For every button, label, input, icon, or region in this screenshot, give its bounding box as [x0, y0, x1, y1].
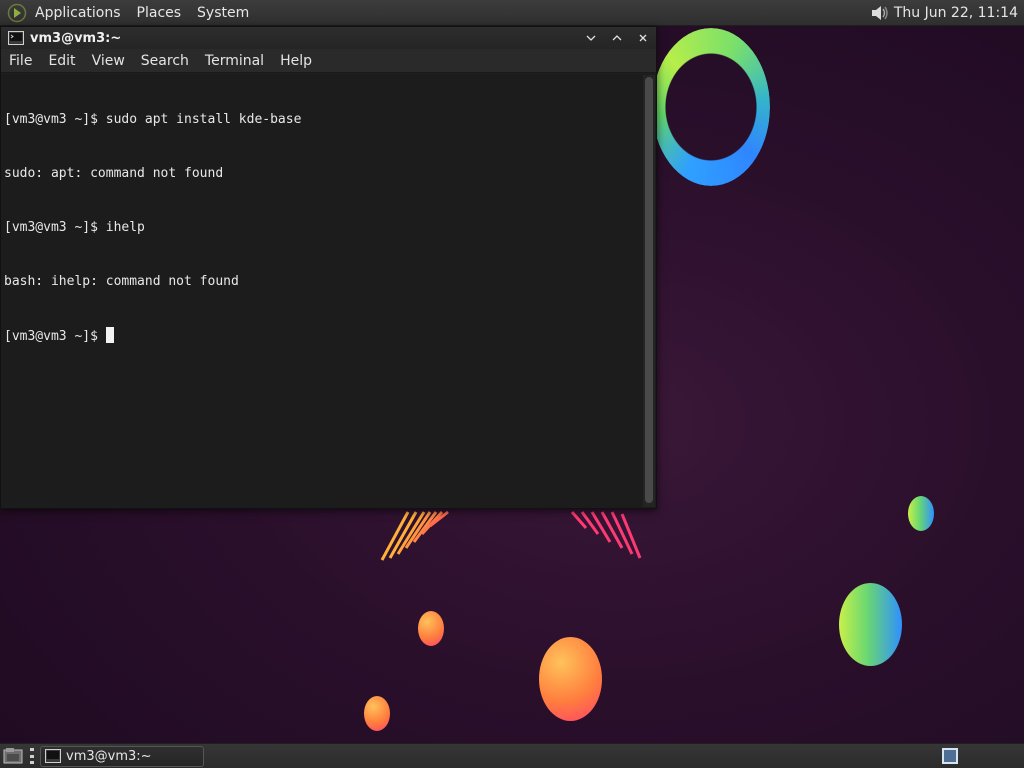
menu-applications[interactable]: Applications — [27, 0, 129, 26]
terminal-menubar: File Edit View Search Terminal Help — [1, 49, 656, 73]
workspace-1[interactable] — [942, 748, 958, 764]
chevron-up-icon — [612, 35, 622, 41]
wallpaper-ball-large-warm — [539, 637, 602, 721]
close-icon — [639, 34, 647, 42]
maximize-button[interactable] — [604, 27, 630, 49]
menu-help[interactable]: Help — [272, 49, 320, 73]
main-menu-bar: Applications Places System — [0, 0, 257, 26]
menu-search[interactable]: Search — [133, 49, 197, 73]
terminal-body[interactable]: [vm3@vm3 ~]$ sudo apt install kde-base s… — [1, 74, 656, 508]
minimize-button[interactable] — [578, 27, 604, 49]
terminal-line: [vm3@vm3 ~]$ sudo apt install kde-base — [4, 112, 302, 127]
taskbar-button-label: vm3@vm3:~ — [66, 748, 152, 764]
taskbar-button-terminal[interactable]: vm3@vm3:~ — [40, 745, 204, 767]
wallpaper-ball-large-cool — [839, 583, 902, 666]
terminal-icon — [45, 749, 61, 763]
menu-places[interactable]: Places — [129, 0, 190, 26]
terminal-window: vm3@vm3:~ File Edit View Search Terminal… — [0, 26, 657, 509]
menu-file[interactable]: File — [1, 49, 40, 73]
terminal-title: vm3@vm3:~ — [30, 30, 122, 46]
wallpaper-ball-small-cool — [908, 496, 934, 531]
bottom-panel: vm3@vm3:~ — [0, 743, 1024, 768]
window-controls — [578, 27, 656, 49]
terminal-output[interactable]: [vm3@vm3 ~]$ sudo apt install kde-base s… — [4, 75, 640, 508]
menu-view[interactable]: View — [84, 49, 133, 73]
close-button[interactable] — [630, 27, 656, 49]
text-cursor — [105, 327, 114, 343]
foot-logo-icon[interactable] — [7, 3, 27, 23]
tray-area: Thu Jun 22, 11:14 — [868, 0, 1024, 26]
scrollbar-thumb[interactable] — [645, 77, 653, 503]
chevron-down-icon — [586, 35, 596, 41]
show-desktop-icon[interactable] — [2, 746, 24, 766]
panel-drag-handle[interactable] — [30, 748, 36, 764]
wallpaper-stripes — [380, 510, 642, 561]
workspace-switcher — [930, 748, 1018, 764]
wallpaper-ring — [652, 28, 770, 186]
clock[interactable]: Thu Jun 22, 11:14 — [890, 5, 1018, 21]
volume-icon[interactable] — [868, 2, 890, 24]
wallpaper-ball-tiny-warm — [364, 696, 390, 731]
terminal-line: bash: ihelp: command not found — [4, 274, 239, 289]
menu-terminal[interactable]: Terminal — [197, 49, 272, 73]
menu-system[interactable]: System — [189, 0, 257, 26]
wallpaper-ball-small-warm — [418, 611, 444, 646]
terminal-scrollbar[interactable] — [643, 75, 655, 507]
terminal-prompt-line: [vm3@vm3 ~]$ — [4, 327, 640, 346]
top-panel: Applications Places System Thu Jun 22, 1… — [0, 0, 1024, 26]
terminal-icon — [8, 31, 24, 45]
terminal-titlebar[interactable]: vm3@vm3:~ — [1, 27, 656, 49]
terminal-line: sudo: apt: command not found — [4, 166, 224, 181]
menu-edit[interactable]: Edit — [40, 49, 83, 73]
terminal-line: [vm3@vm3 ~]$ ihelp — [4, 220, 145, 235]
terminal-prompt: [vm3@vm3 ~]$ — [4, 329, 98, 344]
